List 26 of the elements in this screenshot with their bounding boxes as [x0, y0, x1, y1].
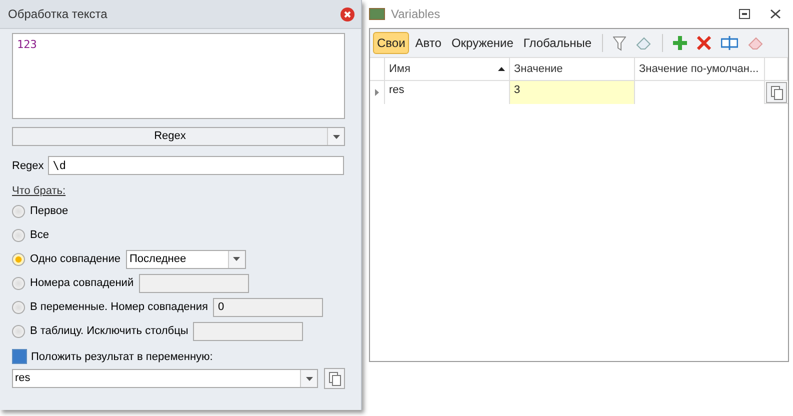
option-label: Все — [30, 229, 49, 241]
checkbox-label: Положить результат в переменную: — [31, 350, 213, 362]
match-dropdown[interactable]: Последнее — [126, 250, 246, 268]
option-label: Первое — [30, 205, 68, 217]
option-field[interactable]: 0 — [212, 298, 323, 316]
mode-dropdown[interactable]: Regex — [12, 127, 345, 146]
option-label: Номера совпадений — [30, 277, 134, 289]
table-cell: res — [385, 81, 510, 104]
filter-tab[interactable]: Глобальные — [519, 32, 596, 54]
column-header[interactable]: Имя — [385, 58, 510, 80]
filter-tab[interactable]: Свои — [373, 32, 410, 54]
filter-tab[interactable]: Авто — [411, 32, 446, 54]
variable-dropdown[interactable]: res — [12, 369, 318, 388]
regex-field[interactable]: \d — [48, 156, 344, 175]
dialog-title: Обработка текста — [8, 7, 108, 21]
text-input-area[interactable]: 123 — [12, 33, 345, 119]
regex-label: Regex — [12, 160, 44, 172]
option-label: В переменные. Номер совпадения — [30, 301, 208, 313]
column-header[interactable]: Значение по-умолчан... — [639, 63, 759, 75]
section-link[interactable]: Что брать: — [12, 185, 66, 197]
table-cell: 3 — [510, 81, 635, 104]
option-label: В таблицу. Исключить столбцы — [30, 325, 188, 337]
filter-tab[interactable]: Окружение — [447, 32, 518, 54]
window-title: Variables — [391, 7, 442, 21]
column-header[interactable]: Значение — [514, 63, 563, 75]
option-label: Одно совпадение — [30, 253, 121, 265]
